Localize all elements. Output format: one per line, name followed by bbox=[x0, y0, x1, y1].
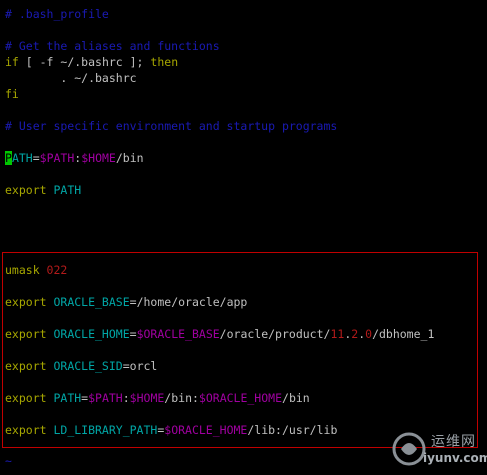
keyword: if bbox=[5, 55, 19, 69]
identifier: PATH bbox=[46, 183, 82, 197]
code-line: export PATH=$PATH:$HOME/bin:$ORACLE_HOME… bbox=[5, 390, 310, 406]
code-text: = bbox=[129, 295, 137, 309]
identifier: PATH bbox=[46, 391, 82, 405]
code-text: /bin bbox=[115, 151, 144, 165]
code-text: /lib:/usr/lib bbox=[247, 423, 338, 437]
watermark-title: 运维网 bbox=[431, 434, 476, 450]
identifier: ORACLE_SID bbox=[46, 359, 123, 373]
keyword: export bbox=[5, 183, 47, 197]
code-text: /home/oracle/app bbox=[136, 295, 248, 309]
code-text: /dbhome_1 bbox=[372, 327, 435, 341]
variable: $HOME bbox=[81, 151, 116, 165]
variable: $PATH bbox=[88, 391, 123, 405]
code-line: export ORACLE_BASE=/home/oracle/app bbox=[5, 294, 247, 310]
identifier: ATH bbox=[11, 151, 33, 165]
keyword: export bbox=[5, 359, 47, 373]
variable: $HOME bbox=[129, 391, 165, 405]
number: 022 bbox=[39, 263, 68, 277]
code-line: export PATH bbox=[5, 182, 81, 198]
code-text: = bbox=[122, 359, 130, 373]
code-text: /oracle/product/ bbox=[219, 327, 331, 341]
identifier: ORACLE_HOME bbox=[46, 327, 130, 341]
identifier: ORACLE_BASE bbox=[46, 295, 130, 309]
watermark: 运维网 iyunv.com bbox=[389, 427, 487, 471]
variable: $PATH bbox=[39, 151, 75, 165]
code-text: orcl bbox=[129, 359, 158, 373]
code-text: /bin bbox=[282, 391, 310, 405]
code-text: [ -f ~/.bashrc ]; bbox=[18, 55, 151, 69]
code-line: fi bbox=[5, 87, 19, 101]
code-line: umask 022 bbox=[5, 262, 67, 278]
keyword: umask bbox=[5, 263, 40, 277]
code-line: export ORACLE_HOME=$ORACLE_BASE/oracle/p… bbox=[5, 326, 434, 342]
code-text: /bin: bbox=[164, 391, 199, 405]
variable: $ORACLE_BASE bbox=[136, 327, 220, 341]
code-line: export ORACLE_SID=orcl bbox=[5, 358, 157, 374]
watermark-url: iyunv.com bbox=[423, 451, 487, 465]
vim-editor[interactable]: # .bash_profile # Get the aliases and fu… bbox=[0, 0, 487, 475]
code-text: = bbox=[129, 327, 137, 341]
keyword: then bbox=[150, 55, 179, 69]
variable: $ORACLE_HOME bbox=[198, 391, 283, 405]
code-line: . ~/.bashrc bbox=[5, 71, 137, 85]
variable: $ORACLE_HOME bbox=[164, 423, 248, 437]
code-line: export LD_LIBRARY_PATH=$ORACLE_HOME/lib:… bbox=[5, 422, 337, 438]
comment-line: # .bash_profile bbox=[5, 7, 109, 21]
empty-line-marker: ~ bbox=[5, 454, 12, 468]
comment-line: # Get the aliases and functions bbox=[5, 39, 220, 53]
code-text: = bbox=[32, 151, 40, 165]
keyword: export bbox=[5, 295, 47, 309]
keyword: export bbox=[5, 423, 47, 437]
code-line: PATH=$PATH:$HOME/bin bbox=[5, 150, 144, 166]
code-line: if [ -f ~/.bashrc ]; then bbox=[5, 54, 178, 70]
code-text: : bbox=[122, 391, 130, 405]
keyword: export bbox=[5, 391, 47, 405]
keyword: export bbox=[5, 327, 47, 341]
comment-line: # User specific environment and startup … bbox=[5, 119, 338, 133]
text-cursor: P bbox=[5, 151, 12, 165]
identifier: LD_LIBRARY_PATH bbox=[46, 423, 158, 437]
number: 11 bbox=[330, 327, 345, 341]
highlight-box bbox=[2, 252, 478, 448]
